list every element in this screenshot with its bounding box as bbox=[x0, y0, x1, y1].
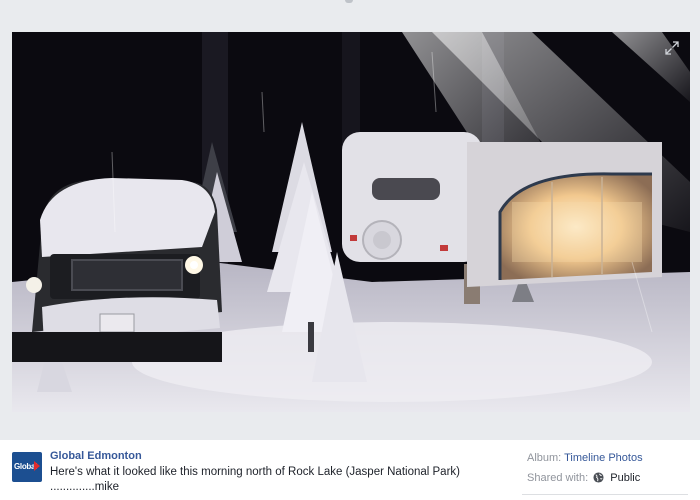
album-label: Album: bbox=[527, 452, 562, 464]
caption-line-1: Here's what it looked like this morning … bbox=[50, 466, 460, 478]
top-indicator bbox=[345, 0, 353, 3]
privacy-value[interactable]: Public bbox=[610, 472, 640, 484]
globe-icon bbox=[593, 472, 604, 483]
shared-label: Shared with: bbox=[527, 472, 589, 484]
shared-row: Shared with: Public bbox=[527, 470, 692, 490]
photo-meta: Album: Timeline Photos Shared with: Publ… bbox=[527, 450, 692, 490]
page-top-bar bbox=[0, 0, 700, 12]
post-caption: Here's what it looked like this morning … bbox=[50, 465, 480, 495]
meta-divider bbox=[522, 494, 688, 495]
album-row: Album: Timeline Photos bbox=[527, 450, 692, 470]
caption-line-2: ..............mike bbox=[50, 481, 120, 493]
logo-arrow-icon bbox=[34, 461, 40, 471]
album-link[interactable]: Timeline Photos bbox=[564, 452, 642, 464]
post-photo[interactable] bbox=[12, 32, 690, 412]
snow-scene-image bbox=[12, 32, 690, 412]
post-author-link[interactable]: Global Edmonton bbox=[50, 450, 142, 462]
post-details-panel: Global Global Edmonton Here's what it lo… bbox=[0, 440, 700, 500]
expand-icon[interactable] bbox=[664, 40, 680, 56]
avatar[interactable]: Global bbox=[12, 452, 42, 482]
